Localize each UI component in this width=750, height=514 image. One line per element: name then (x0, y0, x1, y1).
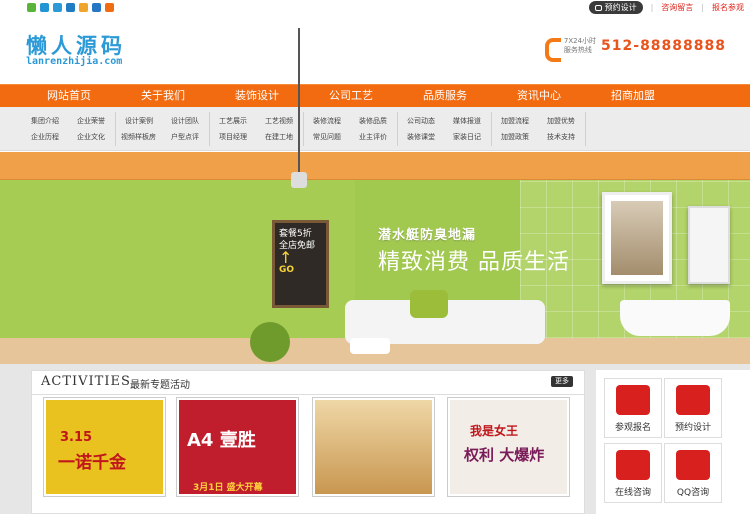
pillow-image (410, 290, 448, 318)
plant-image (250, 322, 290, 362)
subnav-column-about: 集团介绍 企业荣誉 企业历程 企业文化 (22, 112, 116, 146)
group-icon (616, 385, 650, 415)
subnav-item[interactable]: 装修课堂 (407, 132, 435, 142)
subnav-column-join: 加盟流程 加盟优势 加盟政策 技术支持 (492, 112, 586, 146)
subnav-item[interactable]: 视频样板房 (121, 132, 156, 142)
nav-service[interactable]: 品质服务 (398, 85, 492, 107)
subnav-item[interactable]: 加盟优势 (547, 116, 575, 126)
pendant-lamp (298, 28, 300, 178)
edit-icon (676, 385, 710, 415)
appointment-label: 预约设计 (604, 3, 637, 12)
subnav-item[interactable]: 户型点评 (171, 132, 199, 142)
subnav-item[interactable]: 工艺展示 (219, 116, 247, 126)
board-line-1: 套餐5折 (279, 229, 312, 239)
subnav-item[interactable]: 业主评价 (359, 132, 387, 142)
more-share-icon[interactable] (105, 3, 114, 12)
main-nav: 网站首页 关于我们 装饰设计 公司工艺 品质服务 资讯中心 招商加盟 (0, 84, 750, 107)
nav-about[interactable]: 关于我们 (116, 85, 210, 107)
hotline-number: 512-88888888 (601, 38, 726, 54)
subnav-item[interactable]: 家装日记 (453, 132, 481, 142)
activity-thumb[interactable]: 3.15 一诺千金 (43, 397, 166, 497)
arrow-up-icon: ↑ (279, 248, 293, 267)
appointment-button[interactable]: 预约设计 (588, 1, 643, 14)
signup-link[interactable]: 报名参观 (712, 2, 744, 13)
subnav-item[interactable]: 加盟政策 (501, 132, 529, 142)
subnav-item[interactable]: 企业荣誉 (77, 116, 105, 126)
hotline-label-2: 服务热线 (563, 46, 592, 54)
subnav-item[interactable]: 公司动态 (407, 116, 435, 126)
subnav-item[interactable]: 工艺视频 (265, 116, 293, 126)
subnav-column-design: 设计案例 设计团队 视频样板房 户型点评 (116, 112, 210, 146)
qq-icon (676, 450, 710, 480)
qq-consult-button[interactable]: QQ咨询 (664, 443, 722, 503)
visit-signup-button[interactable]: 参观报名 (604, 378, 662, 438)
nav-home[interactable]: 网站首页 (22, 85, 116, 107)
banner-tagline-2: 精致消费 品质生活 (378, 250, 570, 275)
subnav-item[interactable]: 集团介绍 (31, 116, 59, 126)
activity-thumb[interactable] (312, 397, 435, 497)
activity-thumb[interactable]: A4 壹胜 3月1日 盛大开幕 (176, 397, 299, 497)
activities-title: ACTIVITIES (41, 374, 131, 389)
nav-design[interactable]: 装饰设计 (210, 85, 304, 107)
side-table-image (350, 338, 390, 354)
subnav-item[interactable]: 加盟流程 (501, 116, 529, 126)
bathtub-image (620, 300, 730, 336)
message-link[interactable]: 咨询留言 (661, 2, 693, 13)
subnav-column-craft: 工艺展示 工艺视频 项目经理 在建工地 (210, 112, 304, 146)
subnav-item[interactable]: 项目经理 (219, 132, 247, 142)
banner-tagline-1: 潜水艇防臭地漏 (378, 228, 477, 243)
nav-news[interactable]: 资讯中心 (492, 85, 586, 107)
more-button[interactable]: 更多 (551, 376, 573, 387)
promo-chalkboard: 套餐5折 全店免邮 ↑ GO (272, 220, 329, 308)
subnav-item[interactable]: 设计团队 (171, 116, 199, 126)
renren-icon[interactable] (66, 3, 75, 12)
activity-thumb[interactable]: 我是女王 权利 大爆炸 (447, 397, 570, 497)
subnav-item[interactable]: 企业历程 (31, 132, 59, 142)
subnav-item[interactable]: 企业文化 (77, 132, 105, 142)
phone-icon (544, 37, 561, 62)
wechat-icon[interactable] (27, 3, 36, 12)
subnav-item[interactable]: 设计案例 (125, 116, 153, 126)
nav-craft[interactable]: 公司工艺 (304, 85, 398, 107)
site-header: 懒人源码 lanrenzhijia.com 7X24小时 服务热线 512-88… (0, 16, 750, 82)
subnav-item[interactable]: 媒体报道 (453, 116, 481, 126)
chat-icon (594, 4, 602, 11)
online-consult-button[interactable]: 在线咨询 (604, 443, 662, 503)
subnav-column-news: 公司动态 媒体报道 装修课堂 家装日记 (398, 112, 492, 146)
chat-bubble-icon (616, 450, 650, 480)
activities-subtitle: 最新专题活动 (130, 380, 190, 391)
hotline: 7X24小时 服务热线 512-88888888 (544, 37, 726, 62)
tqq-icon[interactable] (92, 3, 101, 12)
qzone-icon[interactable] (53, 3, 62, 12)
nav-join[interactable]: 招商加盟 (586, 85, 680, 107)
share-icons (27, 3, 114, 12)
bathroom-photo-frame (602, 192, 672, 284)
logo-domain[interactable]: lanrenzhijia.com (26, 56, 122, 67)
subnav-item[interactable]: 技术支持 (547, 132, 575, 142)
lamp-shade (291, 172, 307, 188)
top-bar: 预约设计 | 咨询留言 | 报名参观 (0, 0, 750, 16)
kaixin-icon[interactable] (79, 3, 88, 12)
subnav-item[interactable]: 装修品质 (359, 116, 387, 126)
subnav-item[interactable]: 装修流程 (313, 116, 341, 126)
sub-nav: 集团介绍 企业荣誉 企业历程 企业文化 设计案例 设计团队 视频样板房 户型点评… (0, 107, 750, 151)
subnav-column-quality: 装修流程 装修品质 常见问题 业主评价 (304, 112, 398, 146)
hotline-label-1: 7X24小时 (563, 37, 597, 45)
mirror-image (688, 206, 730, 284)
weibo-icon[interactable] (40, 3, 49, 12)
board-go: GO (279, 265, 295, 275)
subnav-item[interactable]: 在建工地 (265, 132, 293, 142)
book-design-button[interactable]: 预约设计 (664, 378, 722, 438)
subnav-item[interactable]: 常见问题 (313, 132, 341, 142)
service-panel: 参观报名 预约设计 在线咨询 QQ咨询 (596, 370, 750, 514)
